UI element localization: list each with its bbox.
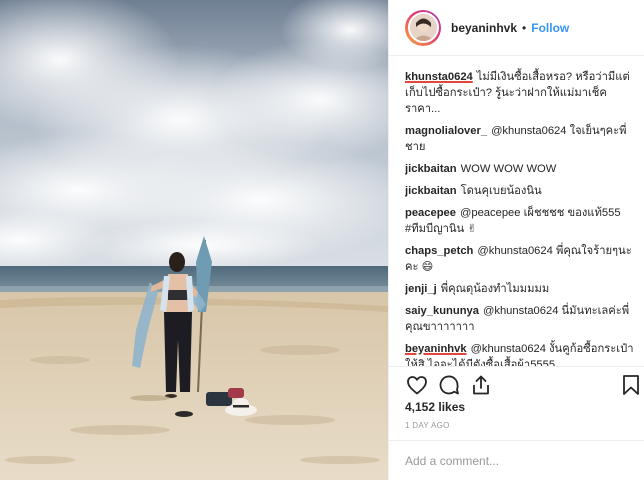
post-header: beyaninhvk • Follow (389, 0, 644, 56)
comment-text: โดนคุเบยน้องนิน (460, 185, 542, 197)
comment-item: magnolialover_ @khunsta0624 ใจเย็นๆคะพี่ช… (405, 123, 637, 155)
comment-text: พี่คุณดุน้องทำไมมมมม (440, 283, 550, 295)
comment-username[interactable]: jenji_j (405, 283, 437, 295)
post-photo[interactable] (0, 0, 388, 480)
comment-username[interactable]: magnolialover_ (405, 125, 487, 137)
comment-item: khunsta0624 ไม่มีเงินซื้อเสื้อหรอ? หรือว่… (405, 69, 637, 117)
avatar[interactable] (407, 12, 439, 43)
post-time-ago[interactable]: 1 DAY AGO (405, 421, 450, 430)
comment-item: chaps_petch @khunsta0624 พี่คุณใจร้ายๆนะค… (405, 243, 637, 275)
post-side-panel: beyaninhvk • Follow khunsta0624 ไม่มีเงิน… (388, 0, 644, 480)
add-comment-section (389, 440, 644, 480)
comment-username[interactable]: jickbaitan (405, 163, 457, 175)
follow-button[interactable]: Follow (531, 21, 569, 35)
comment-username[interactable]: jickbaitan (405, 185, 457, 197)
avatar-story-ring[interactable] (405, 9, 441, 46)
comments-list[interactable]: khunsta0624 ไม่มีเงินซื้อเสื้อหรอ? หรือว่… (405, 56, 637, 366)
comment-item: peacepee @peacepee เผ็ชชชช ของแท้555 #ทีม… (405, 205, 637, 237)
comment-item (405, 56, 637, 63)
add-comment-input[interactable] (405, 452, 625, 470)
comment-text: WOW WOW WOW (460, 163, 557, 175)
likes-count[interactable]: 4,152 likes (405, 400, 465, 414)
share-icon[interactable] (469, 373, 493, 397)
comment-username[interactable]: khunsta0624 (405, 71, 473, 83)
comment-item: jenji_j พี่คุณดุน้องทำไมมมมม (405, 281, 637, 297)
comment-bubble-icon[interactable] (437, 373, 461, 397)
comment-username[interactable]: chaps_petch (405, 245, 473, 257)
post-actions-bar (389, 366, 644, 402)
comment-username[interactable]: peacepee (405, 207, 456, 219)
heart-icon[interactable] (405, 373, 429, 397)
heart-icon-svg (407, 376, 427, 395)
header-separator: • (522, 20, 527, 35)
sand (0, 292, 388, 480)
share-icon-svg (473, 375, 489, 395)
comment-item: jickbaitan โดนคุเบยน้องนิน (405, 183, 637, 199)
beach-photo-illustration (0, 0, 388, 480)
comment-username[interactable]: beyaninhvk (405, 343, 467, 355)
comment-bubble-icon-svg (439, 375, 459, 395)
bookmark-icon[interactable] (619, 373, 643, 397)
comment-item: saiy_kununya @khunsta0624 นี่มันทะเลค่ะพี… (405, 303, 637, 335)
bookmark-icon-svg (623, 375, 639, 395)
comment-item: beyaninhvk @khunsta0624 งั้นคูก้อซื้อกระเ… (405, 341, 637, 366)
comment-username[interactable]: saiy_kununya (405, 305, 479, 317)
avatar-image (409, 14, 437, 41)
comment-item: jickbaitan WOW WOW WOW (405, 161, 637, 177)
post-author-username[interactable]: beyaninhvk (451, 21, 517, 35)
